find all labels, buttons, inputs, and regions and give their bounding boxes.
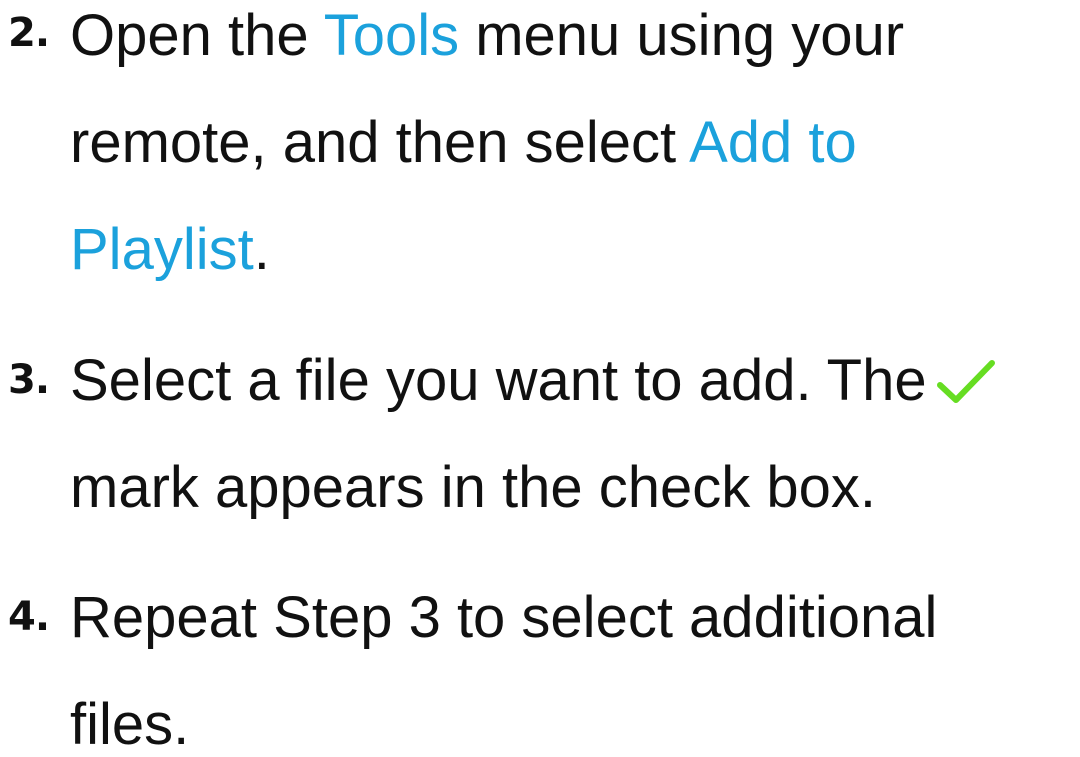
add-to-playlist-link: Playlist [70, 217, 254, 282]
step-2-line-3: Playlist. [70, 221, 270, 279]
step-text: menu using your [459, 3, 905, 68]
step-text: Select a file you want to add. The [70, 348, 927, 413]
step-number: 3. [8, 357, 50, 403]
step-text: mark appears in the check box. [70, 455, 876, 520]
step-text: files. [70, 692, 190, 757]
step-number: 4. [8, 594, 50, 640]
check-icon [936, 358, 995, 406]
step-4-line-2: files. [70, 696, 189, 754]
step-2-line-2: remote, and then select Add to [70, 114, 857, 172]
step-3-line-1: Select a file you want to add. The [70, 352, 995, 410]
add-to-playlist-link: Add to [689, 110, 857, 175]
step-text: Open the [70, 3, 324, 68]
step-text: remote, and then select [70, 110, 690, 175]
step-number: 2. [8, 10, 50, 56]
step-text: Repeat Step 3 to select additional [70, 585, 938, 650]
step-text: . [253, 217, 270, 282]
step-3-line-2: mark appears in the check box. [70, 459, 876, 517]
step-2-line-1: Open the Tools menu using your [70, 7, 904, 65]
step-4-line-1: Repeat Step 3 to select additional [70, 589, 937, 647]
tools-menu-link: Tools [323, 3, 460, 68]
